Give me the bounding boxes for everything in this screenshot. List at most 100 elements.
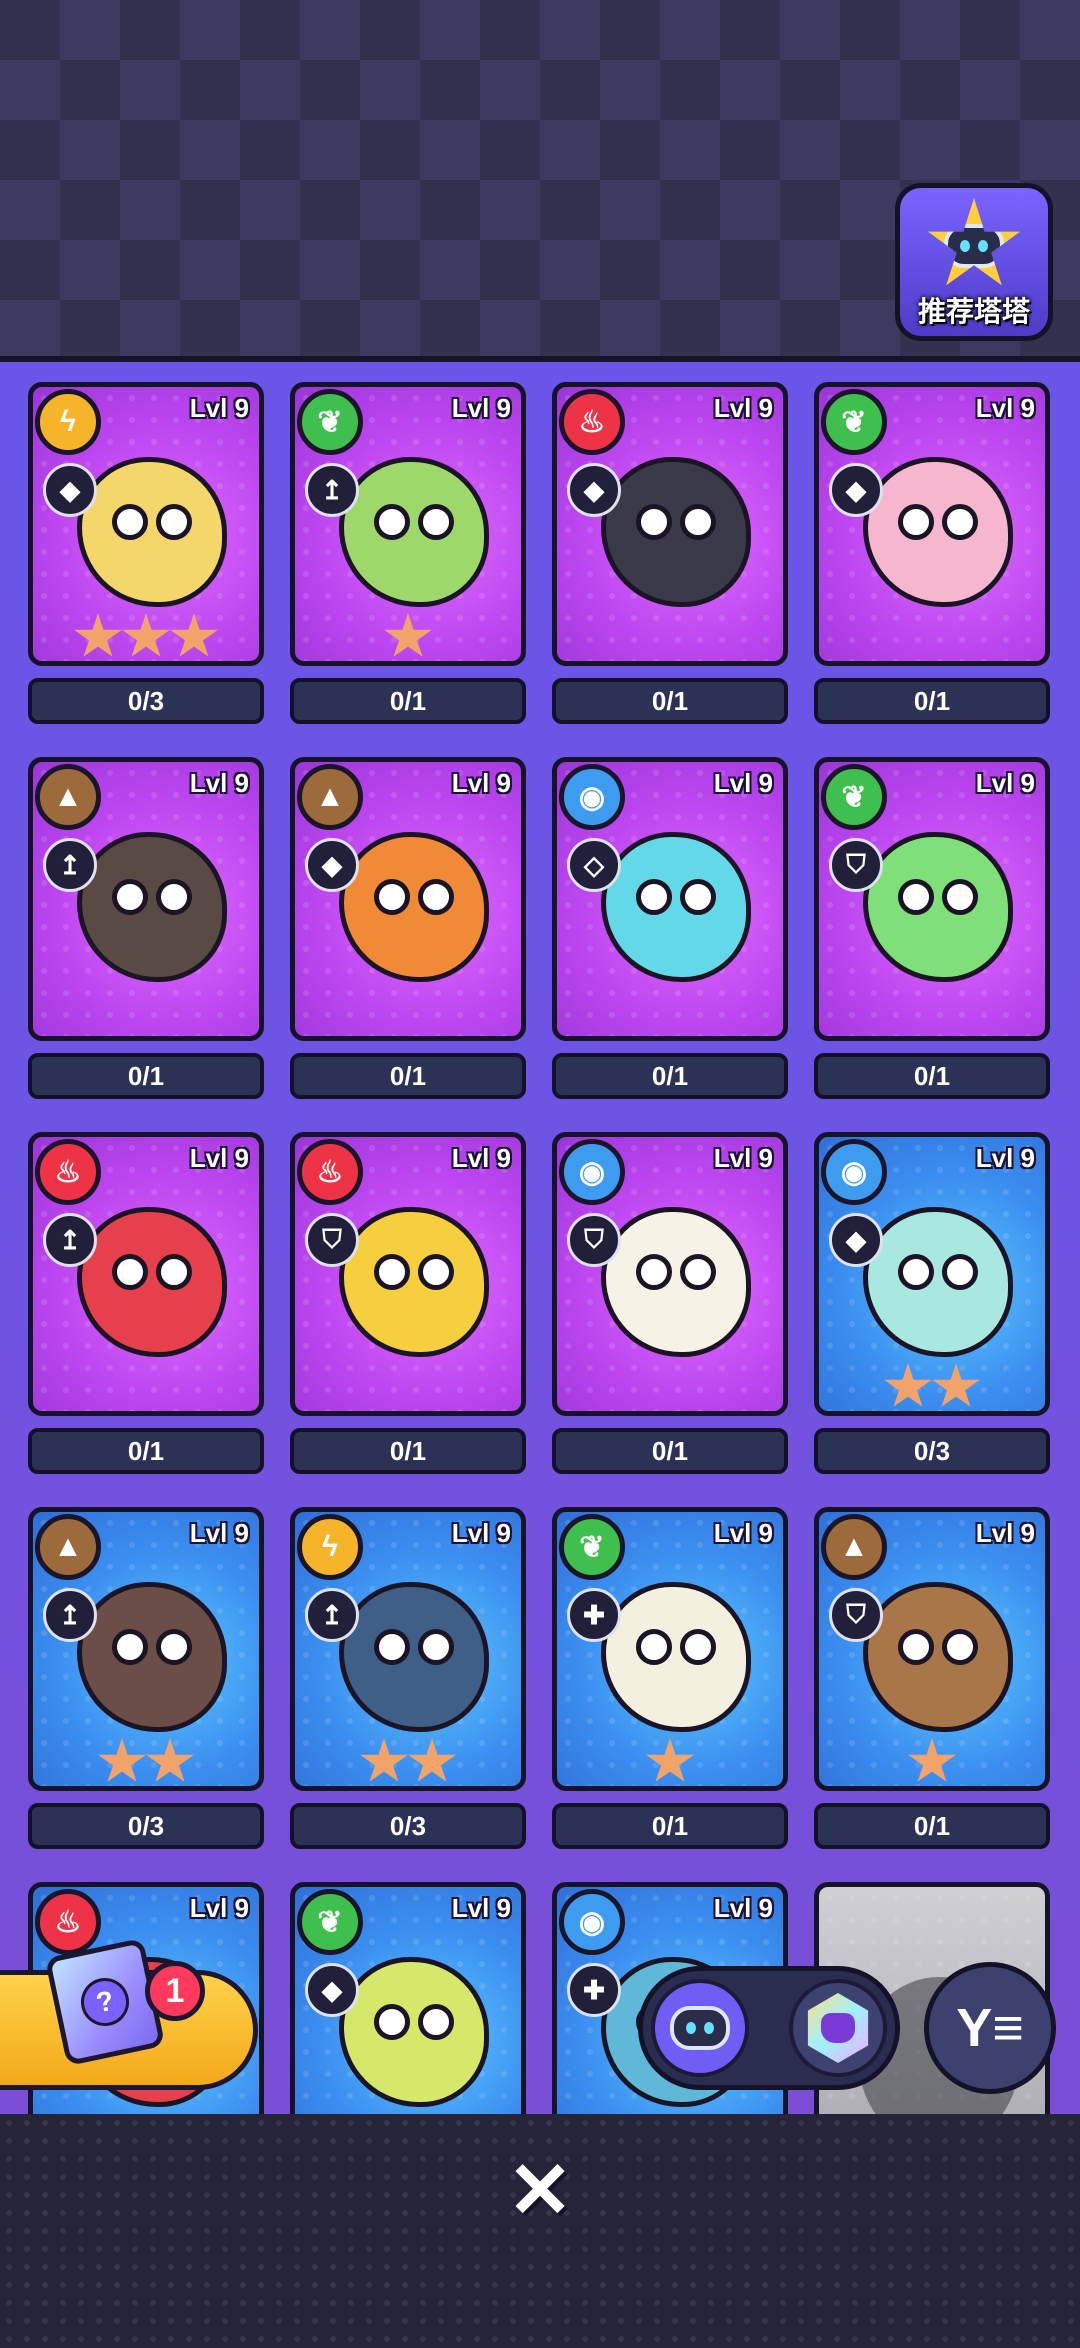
tower-card[interactable]: Lvl 9 ϟ ◆ [28, 382, 264, 666]
card-progress: 0/1 [552, 1053, 788, 1099]
creature-portrait [77, 832, 227, 982]
creature-portrait [863, 832, 1013, 982]
star-icon [74, 613, 122, 657]
tower-card[interactable]: Lvl 9 ❦ ◆ [814, 382, 1050, 666]
card-progress: 0/1 [28, 1428, 264, 1474]
card-level: Lvl 9 [451, 1518, 511, 1548]
creature-portrait [77, 457, 227, 607]
tower-card[interactable]: Lvl 9 ❦ ⛉ [814, 757, 1050, 1041]
card-level: Lvl 9 [713, 393, 773, 423]
header-checkered: 推荐塔塔 [0, 0, 1080, 362]
star-rating [295, 601, 521, 661]
card-progress: 0/3 [814, 1428, 1050, 1474]
role-icon: ⛉ [829, 1588, 883, 1642]
card-level: Lvl 9 [189, 393, 249, 423]
role-icon: ◆ [567, 463, 621, 517]
tower-card[interactable]: Lvl 9 ❦ ◆ [290, 1882, 526, 2114]
card-level: Lvl 9 [189, 768, 249, 798]
tower-card[interactable]: Lvl 9 ❦ ↥ [290, 382, 526, 666]
tower-card[interactable]: Lvl 9 ♨ ◆ [552, 382, 788, 666]
card-level: Lvl 9 [713, 768, 773, 798]
mystery-box-button[interactable]: ? 1 [0, 1937, 258, 2090]
role-icon: ⛉ [567, 1213, 621, 1267]
tower-card[interactable]: Lvl 9 ◉ ⛉ [552, 1132, 788, 1416]
star-rating [819, 1726, 1045, 1786]
role-icon: ↥ [43, 1588, 97, 1642]
tower-card[interactable]: Lvl 9 ❦ ✚ [552, 1507, 788, 1791]
creature-portrait [77, 1207, 227, 1357]
creature-portrait [863, 1207, 1013, 1357]
star-icon [927, 198, 1021, 286]
grass-element-icon: ❦ [559, 1514, 625, 1580]
card-level: Lvl 9 [451, 393, 511, 423]
tower-card[interactable]: Lvl 9 ▲ ↥ [28, 1507, 264, 1791]
creature-portrait [863, 457, 1013, 607]
creature-portrait [601, 1582, 751, 1732]
star-icon [360, 1738, 408, 1782]
role-icon: ◆ [829, 1213, 883, 1267]
grass-element-icon: ❦ [297, 1889, 363, 1955]
creature-portrait [339, 1207, 489, 1357]
tower-card[interactable]: Lvl 9 ▲ ↥ [28, 757, 264, 1041]
electric-element-icon: ϟ [35, 389, 101, 455]
tower-card[interactable]: Lvl 9 ◉ ◇ [552, 757, 788, 1041]
card-progress: 0/1 [814, 678, 1050, 724]
water-element-icon: ◉ [559, 764, 625, 830]
card-progress: 0/3 [28, 1803, 264, 1849]
ground-element-icon: ▲ [35, 764, 101, 830]
tower-card[interactable]: Lvl 9 ◉ ◆ [814, 1132, 1050, 1416]
card-level: Lvl 9 [975, 768, 1035, 798]
role-icon: ◆ [829, 463, 883, 517]
creature-portrait [339, 1957, 489, 2107]
card-progress: 0/1 [552, 1803, 788, 1849]
filter-button[interactable]: Y≡ [924, 1962, 1056, 2094]
tower-card[interactable]: Lvl 9 ϟ ↥ [290, 1507, 526, 1791]
grass-element-icon: ❦ [821, 764, 887, 830]
tower-card[interactable]: Lvl 9 ▲ ⛉ [814, 1507, 1050, 1791]
star-rating [33, 601, 259, 661]
grass-element-icon: ❦ [297, 389, 363, 455]
card-level: Lvl 9 [975, 1143, 1035, 1173]
tower-card[interactable]: Lvl 9 ♨ ↥ [28, 1132, 264, 1416]
creature-portrait [601, 1207, 751, 1357]
fire-element-icon: ♨ [35, 1139, 101, 1205]
tower-card[interactable]: Lvl 9 ▲ ◆ [290, 757, 526, 1041]
role-icon: ◆ [305, 838, 359, 892]
ground-element-icon: ▲ [297, 764, 363, 830]
star-rating [33, 1726, 259, 1786]
card-progress: 0/1 [290, 1053, 526, 1099]
water-element-icon: ◉ [559, 1889, 625, 1955]
card-progress: 0/1 [290, 678, 526, 724]
creature-portrait [339, 1582, 489, 1732]
role-icon: ◆ [43, 463, 97, 517]
water-element-icon: ◉ [559, 1139, 625, 1205]
ground-element-icon: ▲ [35, 1514, 101, 1580]
robot-tab-button[interactable] [651, 1979, 749, 2077]
card-level: Lvl 9 [713, 1143, 773, 1173]
star-icon [932, 1363, 980, 1407]
close-button[interactable]: ✕ [500, 2150, 580, 2230]
role-icon: ↥ [43, 1213, 97, 1267]
role-icon: ✚ [567, 1963, 621, 2017]
card-progress: 0/1 [28, 1053, 264, 1099]
tower-card[interactable]: Lvl 9 ♨ ⛉ [290, 1132, 526, 1416]
card-progress: 0/1 [814, 1803, 1050, 1849]
role-icon: ◆ [305, 1963, 359, 2017]
creature-portrait [77, 1582, 227, 1732]
creature-portrait [601, 832, 751, 982]
view-switcher[interactable] [638, 1966, 900, 2090]
card-level: Lvl 9 [975, 393, 1035, 423]
card-level: Lvl 9 [189, 1143, 249, 1173]
role-icon: ↥ [43, 838, 97, 892]
star-rating [819, 1351, 1045, 1411]
recommend-towers-button[interactable]: 推荐塔塔 [895, 183, 1053, 341]
role-icon: ↥ [305, 463, 359, 517]
star-icon [908, 1738, 956, 1782]
water-element-icon: ◉ [821, 1139, 887, 1205]
role-icon: ✚ [567, 1588, 621, 1642]
card-level: Lvl 9 [451, 1893, 511, 1923]
gem-tab-button[interactable] [789, 1979, 887, 2077]
card-progress: 0/3 [290, 1803, 526, 1849]
creature-portrait [601, 457, 751, 607]
fire-element-icon: ♨ [35, 1889, 101, 1955]
